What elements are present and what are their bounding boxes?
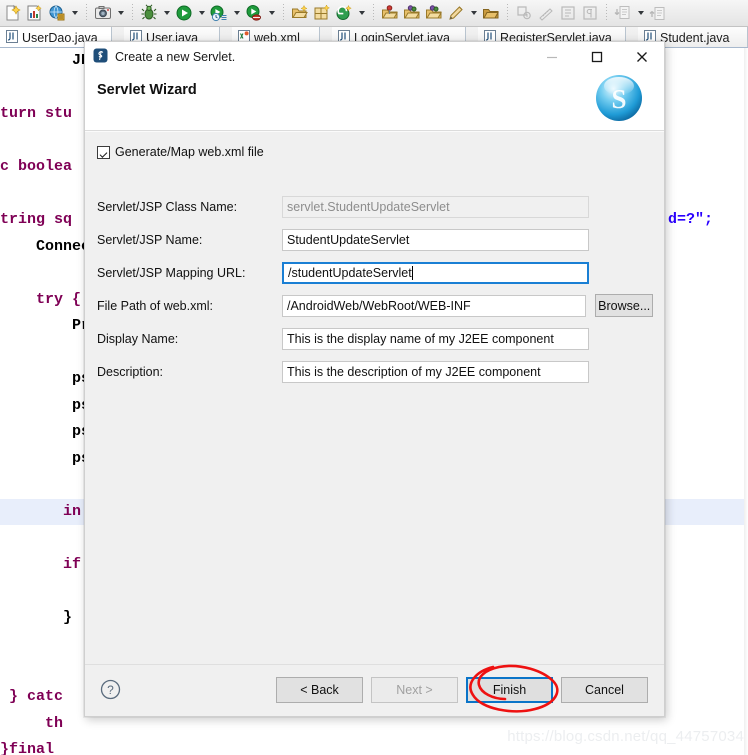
edit-pencil-icon[interactable] <box>445 2 467 24</box>
toolbar-separator <box>606 4 607 22</box>
chevron-down-icon[interactable] <box>634 2 647 24</box>
help-question-icon[interactable]: ? <box>100 679 121 703</box>
chevron-down-icon[interactable] <box>68 2 81 24</box>
ruler-icon <box>535 2 557 24</box>
checkbox-box[interactable] <box>97 145 110 159</box>
toolbar-separator <box>86 4 87 22</box>
java-file-icon <box>6 29 18 46</box>
toolbar-separator <box>283 4 284 22</box>
dialog-banner: Servlet Wizard S <box>85 71 664 131</box>
servlet-jsp-name-input[interactable]: StudentUpdateServlet <box>282 228 589 251</box>
wizard-form: Servlet/JSP Class Name: servlet.StudentUp… <box>97 190 653 388</box>
minimize-icon[interactable] <box>529 42 574 71</box>
chevron-down-icon[interactable] <box>467 2 480 24</box>
description-input[interactable]: This is the description of my J2EE compo… <box>282 360 589 383</box>
display-name-label: Display Name: <box>97 331 179 346</box>
dialog-footer: ? < Back Next > Finish Cancel <box>85 664 664 716</box>
run-icon[interactable] <box>173 2 195 24</box>
back-button[interactable]: < Back <box>276 677 363 703</box>
chevron-down-icon[interactable] <box>265 2 278 24</box>
open-perspective-icon[interactable] <box>289 2 311 24</box>
cancel-button[interactable]: Cancel <box>561 677 648 703</box>
svg-text:S: S <box>611 84 626 114</box>
close-icon[interactable] <box>619 42 664 71</box>
banner-heading: Servlet Wizard <box>97 82 197 98</box>
eclipse-toolbar[interactable] <box>0 0 748 27</box>
open-folder-icon[interactable] <box>480 2 502 24</box>
new-folder-green-icon[interactable] <box>423 2 445 24</box>
chevron-down-icon[interactable] <box>355 2 368 24</box>
web-xml-file-path-label: File Path of web.xml: <box>97 298 214 313</box>
servlet-class-name-input: servlet.StudentUpdateServlet <box>282 195 589 218</box>
outline-icon <box>557 2 579 24</box>
checkbox-label: Generate/Map web.xml file <box>115 145 264 159</box>
toolbar-separator <box>132 4 133 22</box>
debug-icon[interactable] <box>138 2 160 24</box>
next-annotation-icon <box>647 2 669 24</box>
description-label: Description: <box>97 364 163 379</box>
paragraph-icon <box>579 2 601 24</box>
form-row: Servlet/JSP Name: StudentUpdateServlet <box>97 223 653 256</box>
form-row: Servlet/JSP Mapping URL: /studentUpdateSe… <box>97 256 653 289</box>
new-wizard-icon[interactable] <box>2 2 24 24</box>
web-xml-file-path-value: /AndroidWeb/WebRoot/WEB-INF <box>287 298 471 313</box>
description-value: This is the description of my J2EE compo… <box>287 364 541 379</box>
editor-vertical-scrollbar[interactable] <box>744 48 748 755</box>
previous-annotation-icon <box>612 2 634 24</box>
browse-button[interactable]: Browse... <box>595 294 653 317</box>
dialog-title-bar[interactable]: Create a new Servlet. <box>85 42 664 71</box>
servlet-wizard-dialog[interactable]: Create a new Servlet. Servlet Wizard S G… <box>84 41 665 717</box>
display-name-value: This is the display name of my J2EE comp… <box>287 331 554 346</box>
servlet-mapping-url-value: /studentUpdateServlet <box>288 265 412 280</box>
generate-webxml-checkbox[interactable]: Generate/Map web.xml file <box>97 145 264 159</box>
myeclipse-s-sphere-logo: S <box>588 71 650 130</box>
toolbar-separator <box>373 4 374 22</box>
form-row: Display Name: This is the display name of… <box>97 322 653 355</box>
servlet-jsp-name-label: Servlet/JSP Name: <box>97 232 203 247</box>
chevron-down-icon[interactable] <box>114 2 127 24</box>
display-name-input[interactable]: This is the display name of my J2EE comp… <box>282 327 589 350</box>
myeclipse-icon[interactable] <box>333 2 355 24</box>
toolbar-separator <box>507 4 508 22</box>
text-caret <box>411 265 413 280</box>
servlet-jsp-name-value: StudentUpdateServlet <box>287 232 410 247</box>
chevron-down-icon[interactable] <box>160 2 173 24</box>
svg-text:?: ? <box>107 683 114 697</box>
form-row: Description: This is the description of m… <box>97 355 653 388</box>
dialog-body: Generate/Map web.xml file Servlet/JSP Cl… <box>85 131 664 664</box>
next-button[interactable]: Next > <box>371 677 458 703</box>
maximize-icon[interactable] <box>574 42 619 71</box>
new-folder-purple-icon[interactable] <box>401 2 423 24</box>
servlet-mapping-url-input[interactable]: /studentUpdateServlet <box>282 261 589 284</box>
screenshot-icon[interactable] <box>92 2 114 24</box>
search-reference-icon <box>513 2 535 24</box>
servlet-mapping-url-label: Servlet/JSP Mapping URL: <box>97 265 246 280</box>
watermark: https://blog.csdn.net/qq_44757034 <box>507 728 744 745</box>
run-history-icon[interactable] <box>208 2 230 24</box>
stop-run-icon[interactable] <box>243 2 265 24</box>
new-folder-red-icon[interactable] <box>379 2 401 24</box>
web-xml-file-path-input[interactable]: /AndroidWeb/WebRoot/WEB-INF <box>282 294 587 317</box>
new-web-project-icon[interactable] <box>46 2 68 24</box>
servlet-class-name-label: Servlet/JSP Class Name: <box>97 199 238 214</box>
form-row: File Path of web.xml: /AndroidWeb/WebRoot… <box>97 289 653 322</box>
servlet-wizard-icon <box>93 48 108 66</box>
servlet-class-name-value: servlet.StudentUpdateServlet <box>287 199 450 214</box>
new-window-icon[interactable] <box>311 2 333 24</box>
chevron-down-icon[interactable] <box>195 2 208 24</box>
dialog-title: Create a new Servlet. <box>115 49 236 64</box>
finish-button[interactable]: Finish <box>466 677 553 703</box>
chevron-down-icon[interactable] <box>230 2 243 24</box>
new-report-icon[interactable] <box>24 2 46 24</box>
editor-tab-label: Student.java <box>660 30 730 45</box>
form-row: Servlet/JSP Class Name: servlet.StudentUp… <box>97 190 653 223</box>
